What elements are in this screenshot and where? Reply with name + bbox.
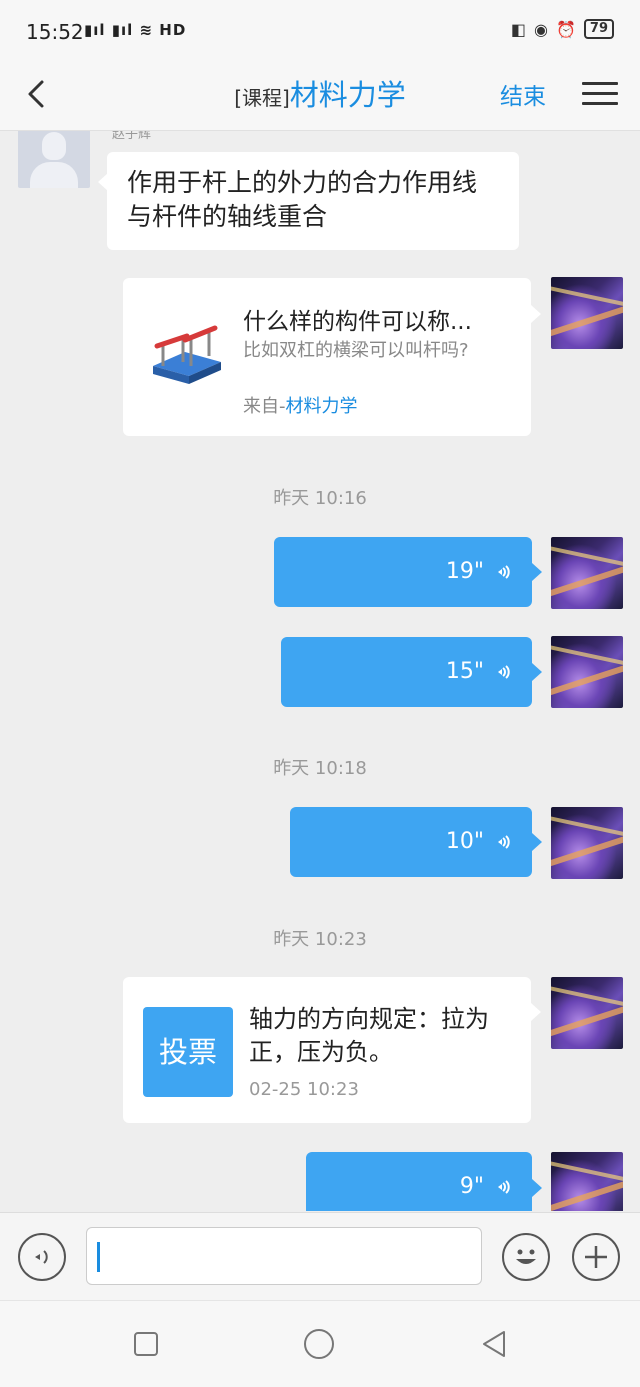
card-source: 来自-材料力学 bbox=[243, 392, 358, 418]
voice-wave-icon bbox=[498, 835, 510, 849]
voice-wave-icon bbox=[498, 1180, 510, 1194]
my-avatar[interactable] bbox=[551, 537, 623, 609]
voice-duration: 15" bbox=[445, 659, 484, 684]
sender-avatar[interactable] bbox=[18, 131, 90, 188]
system-nav-bar bbox=[0, 1300, 640, 1387]
status-bar: 15:52 ▮ıl ▮ıl ≋ HD ◧ ◉ ⏰ 79 bbox=[0, 0, 640, 62]
text-caret bbox=[97, 1242, 100, 1272]
text-message: 作用于杆上的外力的合力作用线与杆件的轴线重合 bbox=[127, 168, 478, 231]
voice-duration: 9" bbox=[459, 1174, 484, 1199]
my-avatar[interactable] bbox=[551, 807, 623, 879]
vote-text: 轴力的方向规定：拉为正，压为负。 bbox=[249, 1005, 489, 1066]
voice-message[interactable]: 10" bbox=[290, 807, 532, 877]
plus-button[interactable] bbox=[572, 1233, 620, 1281]
my-avatar[interactable] bbox=[551, 277, 623, 349]
smiley-icon bbox=[516, 1249, 536, 1264]
bubble-tail bbox=[532, 1179, 542, 1197]
bubble-tail bbox=[531, 305, 541, 323]
timestamp-separator: 昨天 10:23 bbox=[273, 929, 367, 950]
bubble-tail bbox=[532, 833, 542, 851]
card-title: 什么样的构件可以称... bbox=[243, 309, 472, 335]
card-source-prefix: 来自- bbox=[243, 396, 286, 417]
voice-message[interactable]: 9" bbox=[306, 1152, 532, 1211]
voice-wave-icon bbox=[498, 565, 510, 579]
signal-icon: ▮ıl ▮ıl ≋ HD bbox=[84, 21, 187, 39]
vote-card[interactable]: 投票 轴力的方向规定：拉为正，压为负。 02-25 10:23 bbox=[123, 977, 531, 1123]
voice-icon bbox=[35, 1250, 48, 1264]
my-avatar[interactable] bbox=[551, 1152, 623, 1211]
voice-duration: 19" bbox=[445, 559, 484, 584]
recent-apps-button[interactable] bbox=[133, 1331, 159, 1357]
back-nav-button[interactable] bbox=[480, 1329, 510, 1359]
hamburger-menu-icon bbox=[582, 76, 618, 105]
voice-message[interactable]: 15" bbox=[281, 637, 532, 707]
card-source-link[interactable]: 材料力学 bbox=[286, 396, 358, 417]
menu-button[interactable] bbox=[582, 76, 618, 110]
topic-card[interactable]: 什么样的构件可以称... 比如双杠的横梁可以叫杆吗? 来自-材料力学 bbox=[123, 278, 531, 436]
bubble-tail bbox=[532, 663, 542, 681]
battery-indicator: 79 bbox=[583, 19, 614, 39]
title-text: 材料力学 bbox=[289, 78, 406, 112]
plus-icon bbox=[585, 1246, 607, 1268]
timestamp-separator: 昨天 10:18 bbox=[273, 758, 367, 779]
timestamp-separator: 昨天 10:16 bbox=[273, 488, 367, 509]
parallel-bars-icon bbox=[153, 325, 221, 384]
status-icons: ◧ ◉ ⏰ 79 bbox=[511, 19, 614, 39]
voice-wave-icon bbox=[498, 665, 510, 679]
vote-time: 02-25 10:23 bbox=[249, 1079, 359, 1100]
chat-area[interactable]: 赵子辉 作用于杆上的外力的合力作用线与杆件的轴线重合 什么样的构件可以称... … bbox=[0, 131, 640, 1211]
status-time: 15:52 bbox=[26, 20, 84, 44]
voice-duration: 10" bbox=[445, 829, 484, 854]
end-button[interactable]: 结束 bbox=[500, 77, 546, 111]
vote-icon: 投票 bbox=[143, 1007, 233, 1097]
voice-message[interactable]: 19" bbox=[274, 537, 532, 607]
emoji-button[interactable] bbox=[502, 1233, 550, 1281]
text-message-bubble[interactable]: 作用于杆上的外力的合力作用线与杆件的轴线重合 bbox=[107, 152, 519, 250]
bubble-tail bbox=[531, 1003, 541, 1021]
my-avatar[interactable] bbox=[551, 636, 623, 708]
lock-icon: ◉ bbox=[534, 19, 548, 39]
my-avatar[interactable] bbox=[551, 977, 623, 1049]
card-description: 比如双杠的横梁可以叫杆吗? bbox=[243, 340, 469, 361]
home-button[interactable] bbox=[302, 1327, 336, 1361]
voice-toggle-button[interactable] bbox=[18, 1233, 66, 1281]
title-prefix: [课程] bbox=[234, 86, 290, 110]
chat-header: [课程]材料力学 结束 bbox=[0, 62, 640, 131]
message-input[interactable] bbox=[86, 1227, 482, 1285]
bubble-tail bbox=[532, 563, 542, 581]
sender-name: 赵子辉 bbox=[112, 131, 152, 142]
vibrate-icon: ◧ bbox=[510, 19, 527, 39]
alarm-icon: ⏰ bbox=[555, 19, 576, 39]
input-bar bbox=[0, 1212, 640, 1301]
